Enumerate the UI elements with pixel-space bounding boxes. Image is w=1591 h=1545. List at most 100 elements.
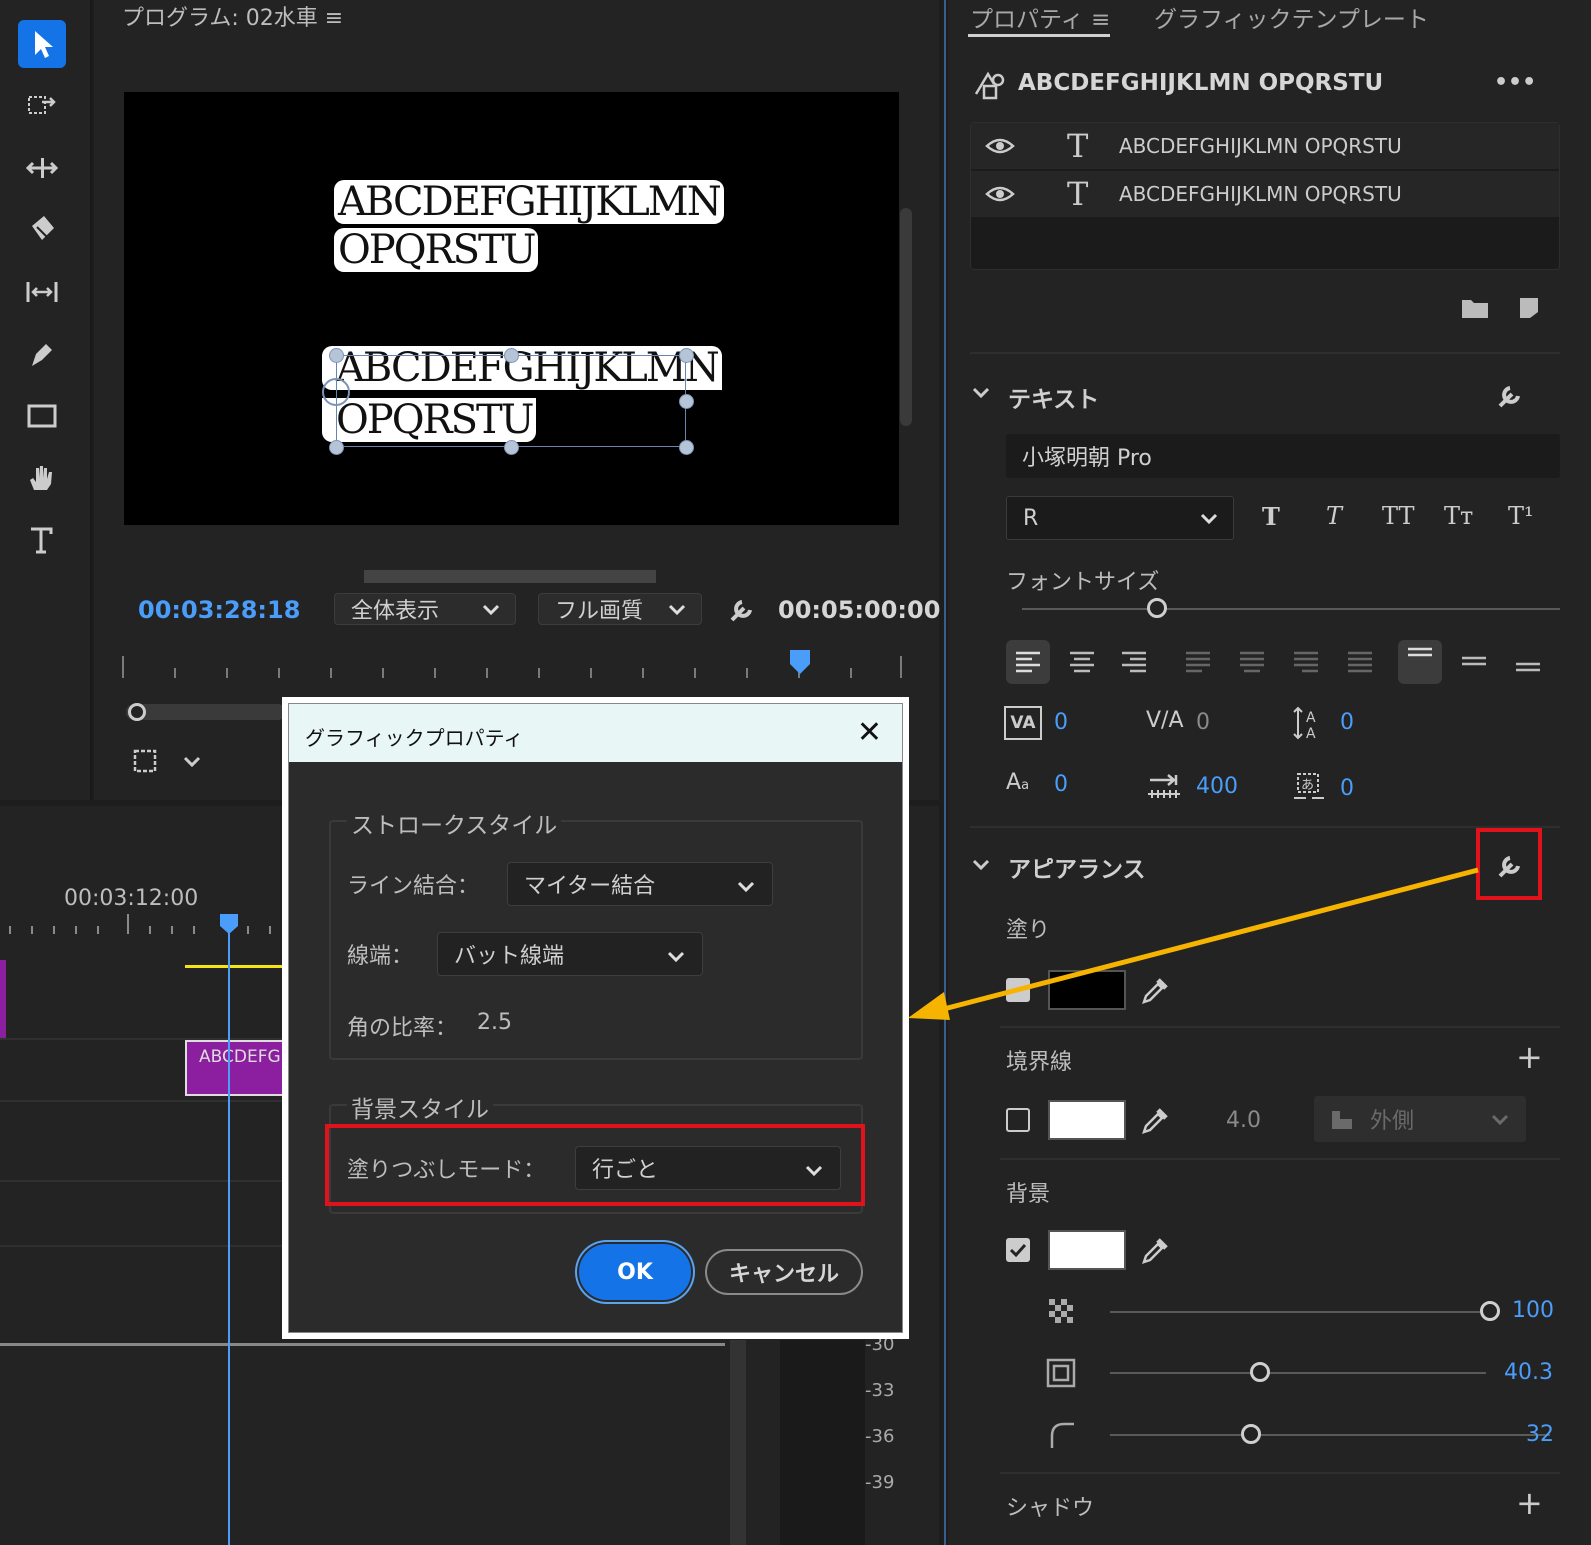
align-right-icon[interactable]	[1120, 650, 1148, 674]
align-middle-icon[interactable]	[1460, 650, 1488, 674]
tsume-value[interactable]: 0	[1340, 776, 1354, 801]
font-size-slider-knob[interactable]	[1146, 598, 1167, 618]
graphic-clip[interactable]: ABCDEFGHIJKLMN	[185, 1040, 285, 1096]
horizontal-scrollbar[interactable]	[364, 570, 656, 583]
align-center-icon[interactable]	[1068, 650, 1096, 674]
stroke-color-swatch[interactable]	[1048, 1100, 1126, 1140]
program-canvas[interactable]: ABCDEFGHIJKLMN OPQRSTU ABCDEFGHIJKLMN OP…	[124, 92, 899, 525]
hand-tool[interactable]	[18, 454, 66, 502]
chevron-down-icon[interactable]	[970, 382, 992, 404]
add-stroke-icon[interactable]: +	[1516, 1038, 1543, 1076]
superscript-button[interactable]: T¹	[1508, 502, 1534, 530]
panel-menu-icon[interactable]: ≡	[1091, 7, 1110, 33]
justify-center-icon[interactable]	[1238, 650, 1266, 674]
transform-handle[interactable]	[329, 440, 344, 455]
justify-right-icon[interactable]	[1292, 650, 1320, 674]
playhead-marker[interactable]	[788, 648, 812, 676]
playback-resolution-select[interactable]: フル画質	[538, 593, 702, 625]
bg-size-value[interactable]: 40.3	[1504, 1360, 1553, 1385]
font-family-input[interactable]: 小塚明朝 Pro	[1006, 434, 1560, 478]
timeline-ruler[interactable]	[0, 912, 290, 936]
transform-handle[interactable]	[329, 348, 344, 363]
wrench-icon[interactable]	[1494, 378, 1528, 412]
stroke-checkbox[interactable]	[1006, 1108, 1030, 1132]
ripple-edit-tool[interactable]	[18, 144, 66, 192]
justify-all-icon[interactable]	[1346, 650, 1374, 674]
tab-width-value[interactable]: 400	[1196, 774, 1238, 799]
line-join-select[interactable]: マイター結合	[507, 862, 773, 906]
line-cap-select[interactable]: バット線端	[437, 932, 703, 976]
add-shadow-icon[interactable]: +	[1516, 1484, 1543, 1522]
current-timecode[interactable]: 00:03:28:18	[138, 596, 300, 624]
bg-corner-value[interactable]: 32	[1526, 1422, 1554, 1447]
justify-left-icon[interactable]	[1184, 650, 1212, 674]
kerning-icon: VA	[1004, 706, 1042, 740]
bg-opacity-slider[interactable]	[1110, 1311, 1480, 1313]
safe-margins-icon[interactable]	[130, 746, 160, 776]
bg-corner-slider-knob[interactable]	[1240, 1424, 1261, 1444]
tab-graphic-template[interactable]: グラフィックテンプレート	[1154, 0, 1429, 34]
bg-opacity-slider-knob[interactable]	[1480, 1301, 1500, 1321]
vertical-scrollbar[interactable]	[900, 208, 912, 426]
panel-menu-icon[interactable]: ≡	[325, 6, 343, 31]
font-size-slider[interactable]	[1022, 608, 1560, 610]
bg-size-slider[interactable]	[1110, 1372, 1486, 1374]
track-select-tool[interactable]	[18, 82, 66, 130]
wrench-icon[interactable]	[726, 592, 760, 626]
razor-tool[interactable]	[18, 206, 66, 254]
timeline-scrollbar[interactable]	[730, 1340, 746, 1545]
text-section-header[interactable]: テキスト	[1008, 380, 1099, 414]
type-tool[interactable]	[18, 516, 66, 564]
stroke-width-value[interactable]: 4.0	[1226, 1108, 1261, 1133]
transform-handle[interactable]	[679, 394, 694, 409]
transform-handle[interactable]	[504, 348, 519, 363]
stroke-position-select[interactable]: 外側	[1314, 1096, 1526, 1142]
zoom-scrollbar-handle[interactable]	[128, 703, 146, 721]
zoom-scrollbar[interactable]	[126, 703, 286, 721]
bg-opacity-value[interactable]: 100	[1512, 1298, 1554, 1323]
pen-tool[interactable]	[18, 330, 66, 378]
eyedropper-icon[interactable]	[1140, 1234, 1170, 1266]
program-monitor-title[interactable]: プログラム: 02水車 ≡	[122, 0, 343, 32]
faux-italic-button[interactable]: T	[1326, 502, 1342, 530]
more-options-icon[interactable]: •••	[1494, 70, 1536, 95]
baseline-shift-value[interactable]: 0	[1054, 772, 1068, 797]
miter-limit-value[interactable]: 2.5	[477, 1010, 512, 1035]
all-caps-button[interactable]: TT	[1382, 502, 1414, 530]
font-style-select[interactable]: R	[1006, 496, 1234, 540]
transform-handle[interactable]	[679, 348, 694, 363]
small-caps-button[interactable]: Tт	[1444, 502, 1473, 530]
folder-icon[interactable]	[1460, 296, 1490, 320]
new-layer-icon[interactable]	[1516, 296, 1542, 320]
transform-handle[interactable]	[504, 440, 519, 455]
leading-value[interactable]: 0	[1340, 710, 1354, 735]
eyedropper-icon[interactable]	[1140, 1104, 1170, 1136]
bg-corner-slider[interactable]	[1110, 1434, 1550, 1436]
selection-tool[interactable]	[18, 20, 66, 68]
time-ruler[interactable]	[122, 648, 912, 678]
ok-button[interactable]: OK	[579, 1244, 691, 1300]
cancel-button[interactable]: キャンセル	[705, 1249, 863, 1295]
active-tab-indicator	[968, 34, 1110, 37]
tracking-value[interactable]: 0	[1196, 710, 1210, 735]
eye-icon[interactable]	[985, 184, 1015, 204]
faux-bold-button[interactable]: T	[1262, 502, 1280, 531]
transform-handle[interactable]	[679, 440, 694, 455]
layer-item[interactable]: T ABCDEFGHIJKLMN OPQRSTU	[971, 123, 1559, 169]
background-color-swatch[interactable]	[1048, 1230, 1126, 1270]
track-divider[interactable]	[0, 1343, 725, 1346]
eye-icon[interactable]	[985, 136, 1015, 156]
close-icon[interactable]: ✕	[857, 718, 882, 748]
rectangle-tool[interactable]	[18, 392, 66, 440]
zoom-level-select[interactable]: 全体表示	[334, 593, 516, 625]
kerning-value[interactable]: 0	[1054, 710, 1068, 735]
align-bottom-icon[interactable]	[1514, 650, 1542, 674]
layer-item[interactable]: T ABCDEFGHIJKLMN OPQRSTU	[971, 171, 1559, 217]
timeline-ruler-timecode: 00:03:12:00	[64, 886, 199, 911]
clip[interactable]	[0, 960, 6, 1038]
anchor-point[interactable]	[322, 378, 350, 406]
chevron-down-icon[interactable]	[180, 750, 204, 774]
slip-tool[interactable]	[18, 268, 66, 316]
tab-properties[interactable]: プロパティ ≡	[970, 0, 1110, 34]
panel-divider[interactable]	[944, 0, 946, 1545]
